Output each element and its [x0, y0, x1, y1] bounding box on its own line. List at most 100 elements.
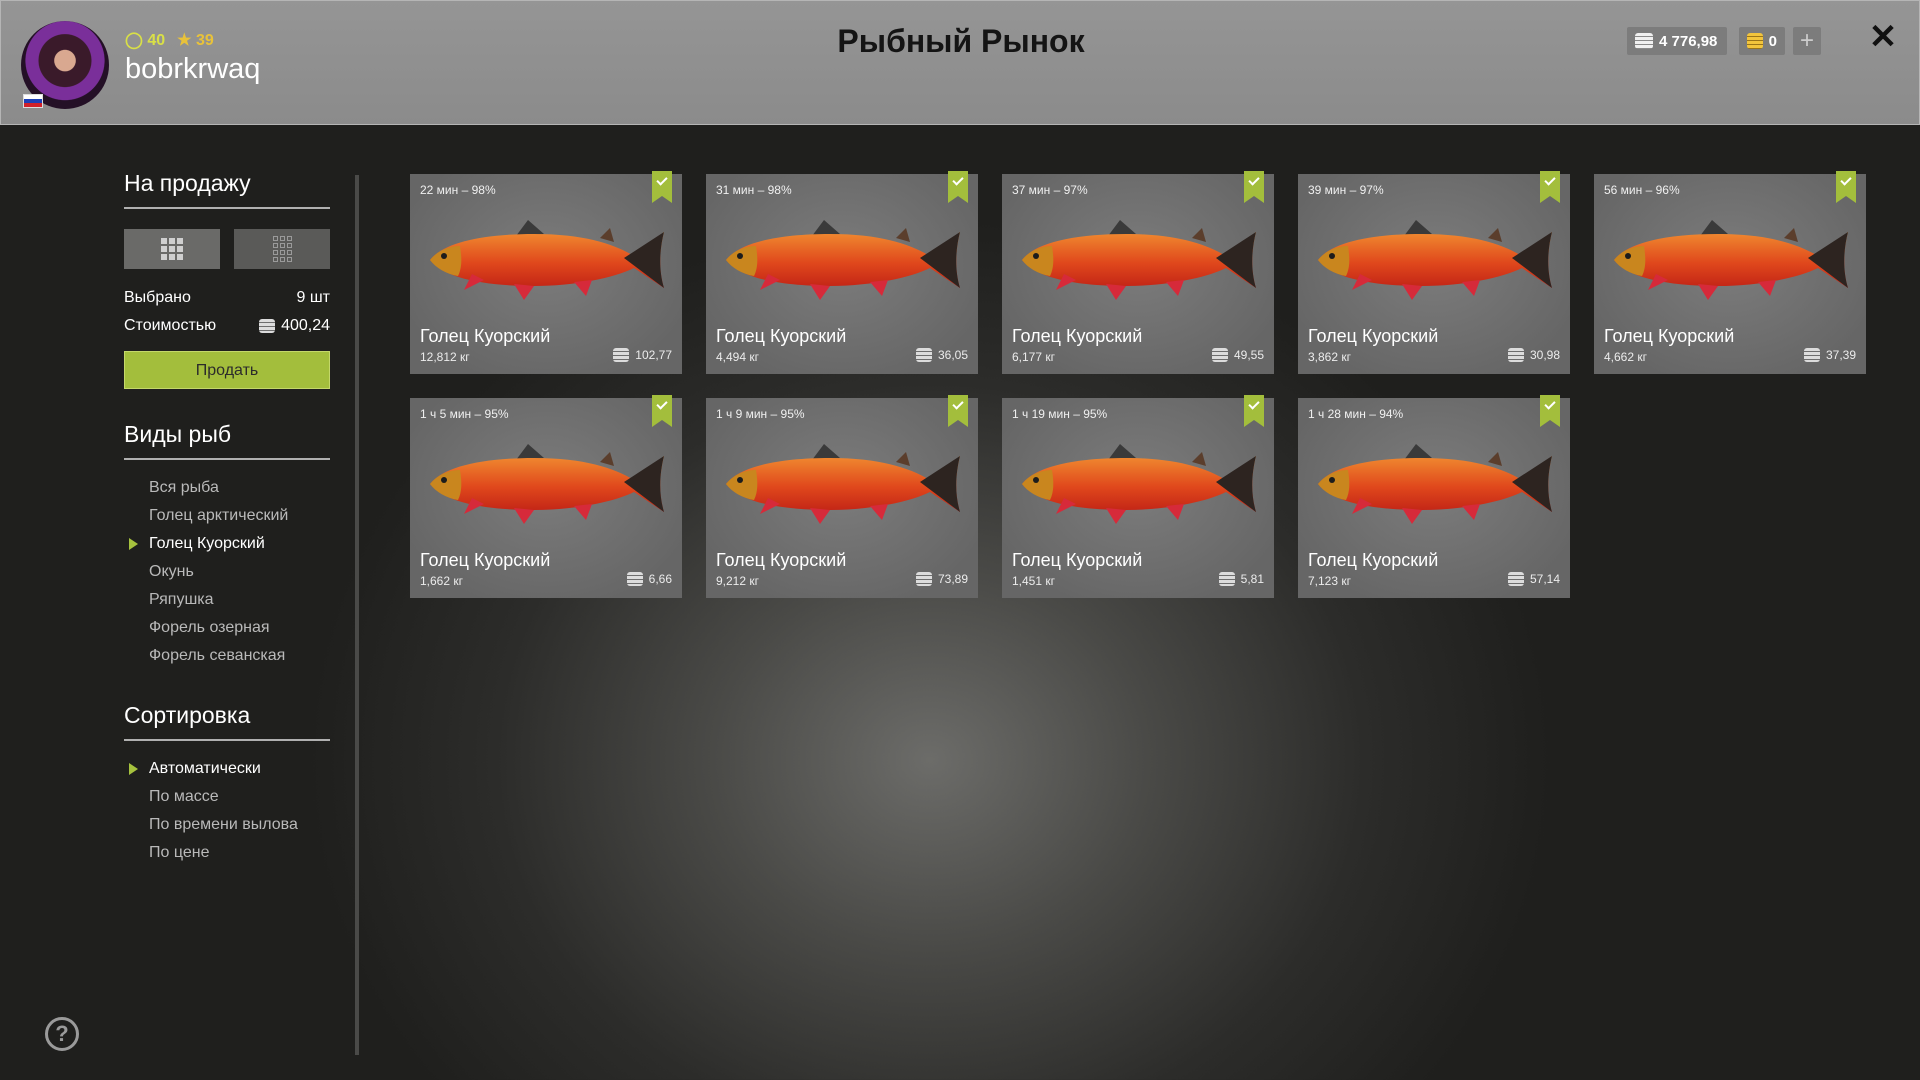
sort-item[interactable]: По массе [124, 783, 330, 811]
fish-card[interactable]: 1 ч 5 мин – 95% Голец Куорский 1,662 кг … [410, 395, 682, 598]
fish-name: Голец Куорский [1308, 550, 1439, 570]
catch-time-quality: 1 ч 5 мин – 95% [420, 407, 509, 421]
fish-price: 5,81 [1218, 572, 1264, 586]
fish-price: 73,89 [915, 572, 968, 586]
silver-coin-icon [1803, 348, 1820, 362]
page-title: Рыбный Рынок [837, 23, 1085, 59]
species-item[interactable]: Голец Куорский [124, 530, 330, 558]
species-item[interactable]: Окунь [124, 558, 330, 586]
rank-stat: ★ 39 [177, 32, 214, 49]
fish-weight: 1,662 кг [420, 574, 463, 588]
top-bar: ◯ 40 ★ 39 bobrkrwaq Рыбный Рынок 4 776,9… [0, 0, 1920, 125]
cost-row: Стоимостью 400,24 [124, 317, 330, 335]
species-item[interactable]: Ряпушка [124, 586, 330, 614]
cost-label: Стоимостью [124, 317, 217, 334]
large-grid-icon [161, 238, 183, 260]
fish-name: Голец Куорский [1308, 326, 1439, 346]
silver-coin-icon [626, 572, 643, 586]
fish-name: Голец Куорский [1012, 550, 1143, 570]
close-icon[interactable]: ✕ [1865, 19, 1901, 55]
small-grid-icon [272, 236, 292, 262]
fish-weight: 4,662 кг [1604, 350, 1647, 364]
fish-card[interactable]: 37 мин – 97% Голец Куорский 6,177 кг 49,… [1002, 171, 1274, 374]
silver-value: 4 776,98 [1659, 32, 1718, 50]
fish-card[interactable]: 1 ч 19 мин – 95% Голец Куорский 1,451 кг… [1002, 395, 1274, 598]
sort-label: По массе [149, 788, 219, 805]
selected-bookmark-icon[interactable] [1540, 395, 1560, 427]
fish-card[interactable]: 1 ч 9 мин – 95% Голец Куорский 9,212 кг … [706, 395, 978, 598]
selected-bookmark-icon[interactable] [1540, 171, 1560, 203]
fish-price-value: 57,14 [1529, 572, 1560, 586]
sort-item[interactable]: По времени вылова [124, 811, 330, 839]
char-fish-icon [1022, 444, 1256, 524]
small-grid-view-button[interactable] [234, 229, 330, 269]
sidebar: На продажу Выбрано 9 шт Стоимостью 400,2… [124, 170, 330, 867]
fish-price-value: 5,81 [1240, 572, 1264, 586]
selected-arrow-icon [129, 538, 138, 550]
view-toggles [124, 229, 330, 269]
selected-bookmark-icon[interactable] [948, 171, 968, 203]
selected-bookmark-icon[interactable] [1244, 171, 1264, 203]
selected-arrow-icon [129, 763, 138, 775]
selected-bookmark-icon[interactable] [948, 395, 968, 427]
char-fish-icon [1318, 220, 1552, 300]
fish-price: 30,98 [1507, 348, 1560, 362]
species-item[interactable]: Голец арктический [124, 502, 330, 530]
species-heading: Виды рыб [124, 421, 330, 460]
species-label: Окунь [149, 563, 194, 580]
russia-flag-icon [23, 94, 43, 108]
fish-price-value: 102,77 [635, 348, 672, 362]
fish-name: Голец Куорский [716, 550, 847, 570]
fish-weight: 3,862 кг [1308, 350, 1351, 364]
fish-card[interactable]: 39 мин – 97% Голец Куорский 3,862 кг 30,… [1298, 171, 1570, 374]
username: bobrkrwaq [125, 53, 261, 85]
silver-coin-icon [259, 319, 276, 333]
help-icon[interactable]: ? [45, 1017, 79, 1051]
fish-name: Голец Куорский [716, 326, 847, 346]
fish-weight: 6,177 кг [1012, 350, 1055, 364]
add-currency-button[interactable]: + [1793, 27, 1821, 55]
fish-card[interactable]: 22 мин – 98% Голец Куорский 12,812 кг 10… [410, 171, 682, 374]
catch-time-quality: 1 ч 9 мин – 95% [716, 407, 805, 421]
sort-label: По времени вылова [149, 816, 298, 833]
fish-price-value: 6,66 [648, 572, 672, 586]
sell-button[interactable]: Продать [124, 351, 330, 389]
large-grid-view-button[interactable] [124, 229, 220, 269]
fish-weight: 9,212 кг [716, 574, 759, 588]
selection-summary: Выбрано 9 шт Стоимостью 400,24 [124, 289, 330, 335]
silver-coin-icon [1211, 348, 1228, 362]
fish-price: 37,39 [1803, 348, 1856, 362]
fish-price-value: 36,05 [937, 348, 968, 362]
catch-time-quality: 1 ч 28 мин – 94% [1308, 407, 1404, 421]
selected-bookmark-icon[interactable] [652, 395, 672, 427]
fish-price: 6,66 [626, 572, 672, 586]
level-stat: ◯ 40 [125, 32, 166, 49]
silver-coin-icon [1507, 348, 1524, 362]
species-item[interactable]: Форель озерная [124, 614, 330, 642]
char-fish-icon [1022, 220, 1256, 300]
fish-name: Голец Куорский [420, 326, 551, 346]
fish-name: Голец Куорский [1012, 326, 1143, 346]
selected-bookmark-icon[interactable] [1836, 171, 1856, 203]
fish-name: Голец Куорский [420, 550, 551, 570]
sort-heading: Сортировка [124, 702, 330, 741]
catch-time-quality: 56 мин – 96% [1604, 183, 1680, 197]
silver-coin-icon [915, 572, 932, 586]
fish-weight: 12,812 кг [420, 350, 470, 364]
for-sale-heading: На продажу [124, 170, 330, 209]
sort-item[interactable]: Автоматически [124, 755, 330, 783]
selected-bookmark-icon[interactable] [652, 171, 672, 203]
species-item[interactable]: Форель севанская [124, 642, 330, 670]
gold-coin-icon [1747, 33, 1763, 49]
fish-card[interactable]: 1 ч 28 мин – 94% Голец Куорский 7,123 кг… [1298, 395, 1570, 598]
fish-name: Голец Куорский [1604, 326, 1735, 346]
fish-card[interactable]: 31 мин – 98% Голец Куорский 4,494 кг 36,… [706, 171, 978, 374]
catch-time-quality: 37 мин – 97% [1012, 183, 1088, 197]
sidebar-divider [355, 175, 359, 1055]
fish-card[interactable]: 56 мин – 96% Голец Куорский 4,662 кг 37,… [1594, 171, 1866, 374]
selected-bookmark-icon[interactable] [1244, 395, 1264, 427]
cost-value-wrap: 400,24 [259, 317, 330, 335]
catch-time-quality: 1 ч 19 мин – 95% [1012, 407, 1108, 421]
species-item[interactable]: Вся рыба [124, 474, 330, 502]
sort-item[interactable]: По цене [124, 839, 330, 867]
